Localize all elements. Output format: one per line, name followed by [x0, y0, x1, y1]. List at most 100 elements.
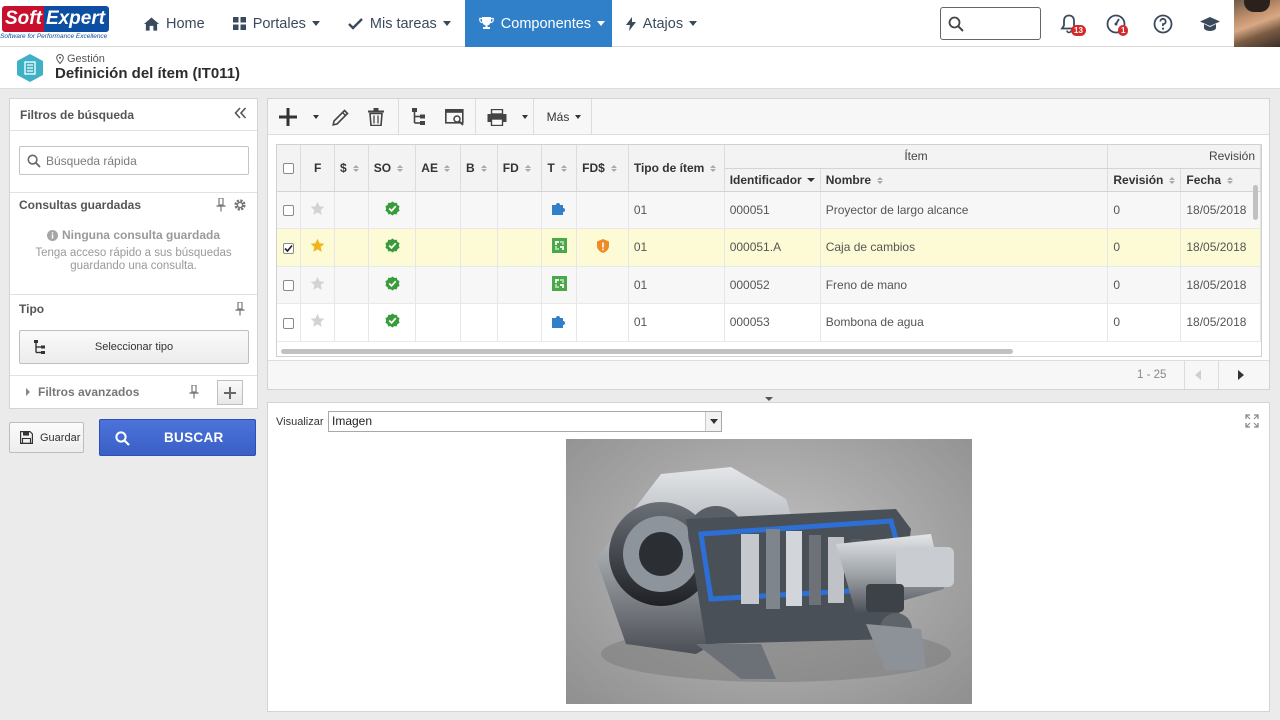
col-header-ae-label: AE	[421, 160, 438, 175]
results-table: F $ SO AE B FD T FD$ Tipo de ítem Ítem R…	[276, 144, 1262, 357]
col-header-fds[interactable]: FD$	[576, 145, 629, 192]
star-outline-icon[interactable]	[310, 276, 325, 291]
more-actions-button[interactable]: Más	[538, 99, 590, 135]
col-header-b[interactable]: B	[460, 145, 498, 192]
user-avatar[interactable]	[1234, 0, 1280, 47]
cell-b	[460, 303, 498, 342]
print-button[interactable]	[485, 99, 509, 135]
col-header-revision[interactable]: Revisión	[1107, 168, 1182, 192]
select-type-button[interactable]: Seleccionar tipo	[19, 330, 249, 364]
row-checkbox[interactable]	[283, 317, 295, 329]
select-type-label: Seleccionar tipo	[94, 341, 174, 353]
nav-mis-tareas[interactable]: Mis tareas	[334, 0, 465, 47]
quick-search-field[interactable]	[19, 146, 249, 175]
row-checkbox-cell[interactable]	[277, 303, 302, 342]
select-all-checkbox-cell[interactable]	[277, 145, 302, 192]
favorite-cell[interactable]	[300, 303, 335, 342]
quick-search-input[interactable]	[46, 150, 241, 171]
cell-fds	[576, 266, 629, 304]
pin-icon[interactable]	[216, 197, 226, 215]
edit-button[interactable]	[329, 99, 351, 135]
save-query-button[interactable]: Guardar	[9, 422, 84, 453]
pin-icon[interactable]	[235, 301, 245, 319]
sort-icon	[1169, 176, 1176, 184]
structure-button[interactable]	[408, 99, 430, 135]
nav-componentes-label: Componentes	[500, 15, 592, 32]
cell-tipo: 01	[628, 228, 725, 267]
breadcrumb[interactable]: Gestión	[56, 53, 105, 65]
help-icon	[1153, 14, 1173, 34]
softexpert-logo[interactable]: Soft Expert Software for Performance Exc…	[0, 2, 124, 44]
star-filled-icon[interactable]	[310, 238, 325, 253]
visualize-select[interactable]: Imagen	[328, 411, 722, 432]
nav-home-label: Home	[166, 15, 205, 32]
cell-revision: 0	[1107, 191, 1182, 229]
favorite-cell[interactable]	[300, 228, 335, 267]
col-header-identificador[interactable]: Identificador	[724, 168, 821, 192]
sort-desc-icon	[806, 178, 815, 183]
col-header-f[interactable]: F	[300, 145, 335, 192]
collapse-panel-icon[interactable]	[234, 107, 247, 122]
global-search-input[interactable]	[940, 7, 1041, 40]
add-button[interactable]	[277, 99, 299, 135]
nav-atajos[interactable]: Atajos	[612, 0, 711, 47]
panel-splitter[interactable]	[756, 392, 784, 401]
row-checkbox[interactable]	[283, 205, 295, 217]
row-checkbox-cell[interactable]	[277, 228, 302, 267]
favorite-cell[interactable]	[300, 266, 335, 304]
table-row[interactable]: 01 000052 Freno de mano 0 18/05/2018	[277, 266, 1261, 304]
table-row[interactable]: 01 000053 Bombona de agua 0 18/05/2018	[277, 303, 1261, 342]
learning-button[interactable]	[1197, 11, 1223, 37]
page-title: Definición del ítem (IT011)	[55, 65, 241, 82]
search-button[interactable]: BUSCAR	[99, 419, 256, 456]
printer-icon	[487, 108, 507, 126]
favorite-cell[interactable]	[300, 191, 335, 229]
row-checkbox[interactable]	[283, 242, 295, 254]
horizontal-scrollbar[interactable]	[281, 349, 1013, 354]
fullscreen-button[interactable]	[1245, 414, 1259, 431]
next-page-button[interactable]	[1237, 369, 1245, 383]
add-dropdown-button[interactable]	[310, 99, 322, 135]
print-dropdown-button[interactable]	[519, 99, 531, 135]
star-outline-icon[interactable]	[310, 313, 325, 328]
previous-page-button[interactable]	[1194, 369, 1202, 383]
table-row[interactable]: 01 000051 Proyector de largo alcance 0 18/05…	[277, 191, 1261, 229]
col-header-ae[interactable]: AE	[415, 145, 462, 192]
col-header-nombre[interactable]: Nombre	[820, 168, 1109, 192]
view-data-button[interactable]	[443, 99, 467, 135]
pager-divider	[1218, 361, 1219, 389]
help-button[interactable]	[1150, 11, 1176, 37]
gear-icon[interactable]	[233, 198, 247, 215]
filters-header: Filtros de búsqueda	[10, 99, 257, 131]
nav-atajos-label: Atajos	[642, 15, 684, 32]
row-checkbox-cell[interactable]	[277, 191, 302, 229]
nav-portales[interactable]: Portales	[219, 0, 334, 47]
col-header-so[interactable]: SO	[368, 145, 417, 192]
row-checkbox-cell[interactable]	[277, 266, 302, 304]
delete-button[interactable]	[365, 99, 387, 135]
pending-tasks-button[interactable]: 1	[1103, 11, 1129, 37]
pin-icon[interactable]	[189, 384, 199, 402]
advanced-filters-toggle[interactable]: Filtros avanzados	[26, 385, 139, 399]
nav-home[interactable]: Home	[130, 0, 219, 47]
select-all-checkbox[interactable]	[283, 163, 295, 175]
row-checkbox[interactable]	[283, 280, 295, 292]
add-filter-button[interactable]	[217, 380, 243, 405]
col-header-t[interactable]: T	[541, 145, 578, 192]
col-header-tipo[interactable]: Tipo de ítem	[628, 145, 725, 192]
notifications-button[interactable]: 13	[1056, 11, 1086, 37]
col-header-fds-label: FD$	[582, 160, 605, 175]
table-row[interactable]: 01 000051.A Caja de cambios 0 18/05/2018	[277, 228, 1261, 267]
vertical-scrollbar[interactable]	[1253, 185, 1258, 220]
nav-componentes[interactable]: Componentes	[464, 0, 612, 47]
col-header-fecha[interactable]: Fecha	[1180, 168, 1261, 192]
cell-fds	[576, 191, 629, 229]
item-image	[566, 439, 972, 704]
home-icon	[144, 16, 159, 31]
gearbox-image	[596, 467, 954, 682]
cell-nombre: Proyector de largo alcance	[820, 191, 1109, 229]
puzzle-icon	[552, 315, 566, 328]
star-outline-icon[interactable]	[310, 201, 325, 216]
col-header-s[interactable]: $	[334, 145, 369, 192]
col-header-fd[interactable]: FD	[497, 145, 543, 192]
